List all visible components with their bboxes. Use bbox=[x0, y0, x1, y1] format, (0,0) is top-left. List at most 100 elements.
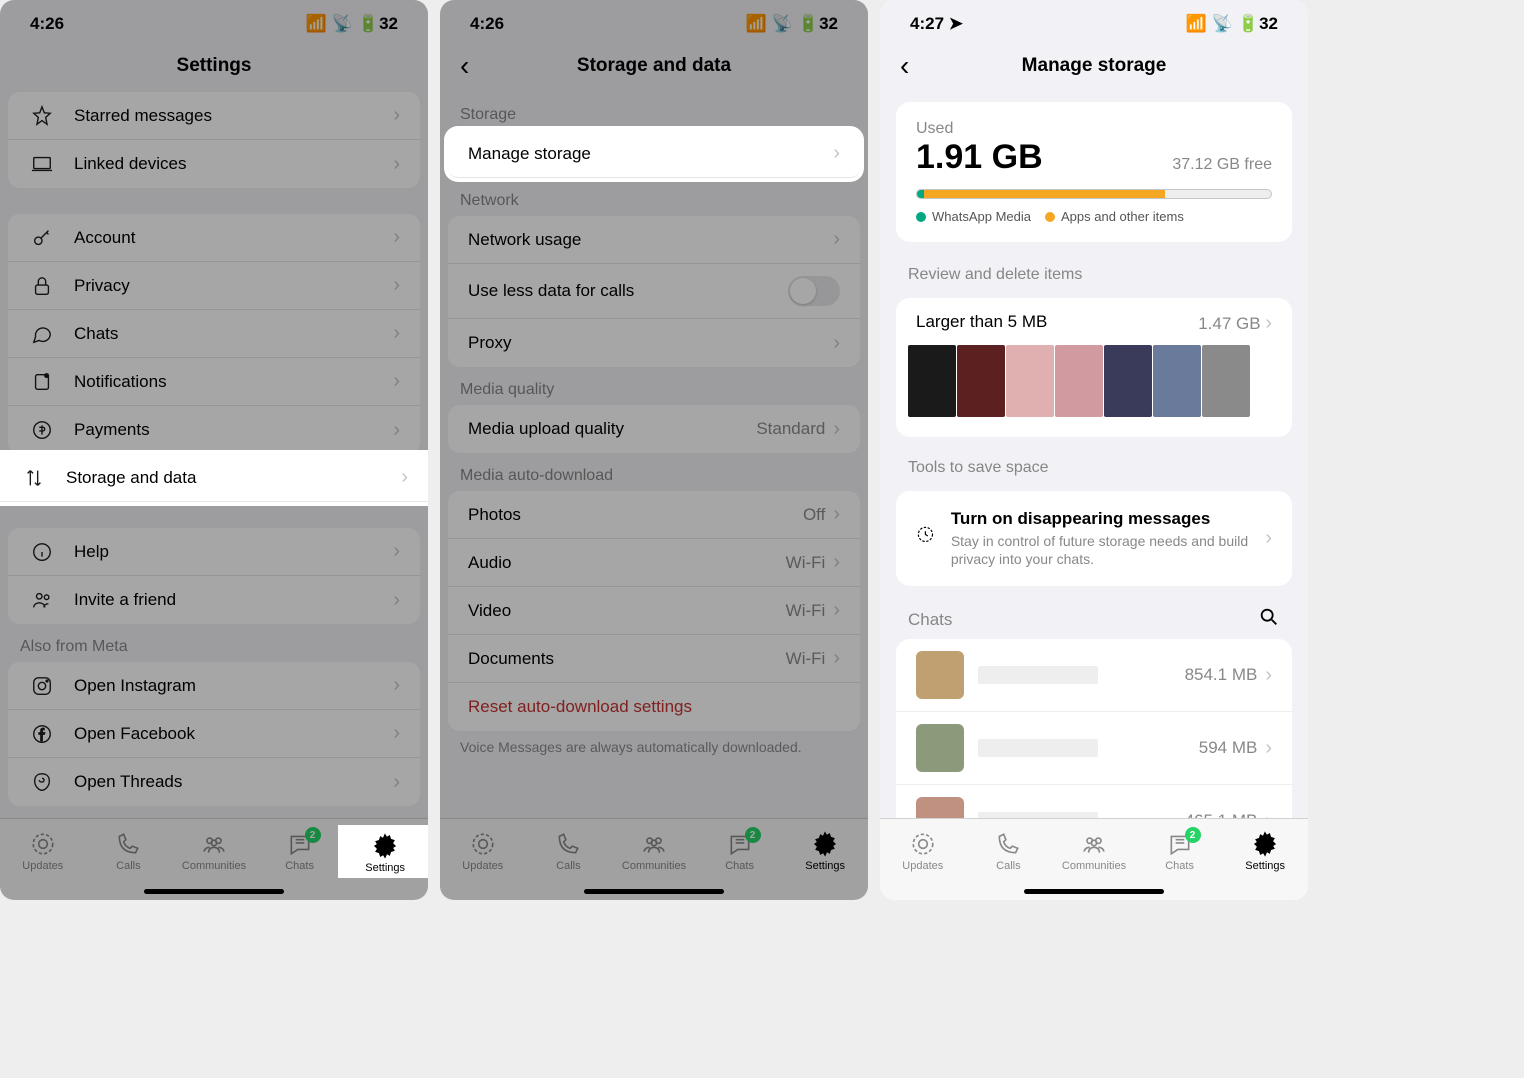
account-row[interactable]: Account› bbox=[8, 214, 420, 262]
updown-arrows-icon bbox=[20, 467, 48, 489]
larger-than-size: 1.47 GB bbox=[1198, 314, 1260, 333]
settings-screen: 4:26 📶 📡 🔋32 Settings Starred messages ›… bbox=[0, 0, 428, 900]
open-instagram-row[interactable]: Open Instagram› bbox=[8, 662, 420, 710]
back-button[interactable]: ‹ bbox=[900, 50, 909, 82]
storage-and-data-screen: 4:26 📶📡🔋32 ‹ Storage and data Storage Ma… bbox=[440, 0, 868, 900]
tab-updates[interactable]: Updates bbox=[0, 831, 86, 872]
chevron-right-icon: › bbox=[833, 142, 840, 165]
help-row[interactable]: Help› bbox=[8, 528, 420, 576]
chevron-right-icon: › bbox=[393, 104, 400, 127]
phone-icon bbox=[995, 831, 1021, 857]
tool-title: Turn on disappearing messages bbox=[951, 509, 1250, 529]
notifications-row[interactable]: Notifications› bbox=[8, 358, 420, 406]
avatar bbox=[916, 651, 964, 699]
legend-dot-orange bbox=[1045, 212, 1055, 222]
nav-header: Settings bbox=[0, 40, 428, 92]
chat-storage-row[interactable]: 465.1 MB › bbox=[896, 785, 1292, 818]
tool-desc: Stay in control of future storage needs … bbox=[951, 532, 1250, 568]
tab-settings[interactable]: Settings bbox=[1222, 831, 1308, 872]
tab-bar: Updates Calls Communities 2Chats Setting… bbox=[440, 818, 868, 900]
open-facebook-row[interactable]: Open Facebook› bbox=[8, 710, 420, 758]
tab-updates[interactable]: Updates bbox=[880, 831, 966, 872]
linked-devices-row[interactable]: Linked devices › bbox=[8, 140, 420, 188]
key-icon bbox=[28, 227, 56, 249]
media-quality-section-header: Media quality bbox=[440, 367, 868, 405]
tools-section-header: Tools to save space bbox=[880, 445, 1308, 483]
chats-row[interactable]: Chats› bbox=[8, 310, 420, 358]
photos-row[interactable]: PhotosOff› bbox=[448, 491, 860, 539]
battery-icon: 🔋32 bbox=[798, 14, 838, 34]
gear-icon bbox=[1252, 831, 1278, 857]
tab-calls[interactable]: Calls bbox=[966, 831, 1052, 872]
home-indicator bbox=[584, 889, 724, 894]
media-thumbnails bbox=[896, 345, 1292, 437]
laptop-icon bbox=[28, 153, 56, 175]
chat-storage-row[interactable]: 594 MB › bbox=[896, 712, 1292, 785]
used-value: 1.91 GB bbox=[916, 138, 1043, 177]
tab-chats[interactable]: 2Chats bbox=[257, 831, 343, 872]
wifi-icon: 📡 bbox=[1212, 14, 1233, 34]
tab-communities[interactable]: Communities bbox=[1051, 831, 1137, 872]
gear-icon bbox=[372, 833, 398, 859]
signal-icon: 📶 bbox=[746, 14, 767, 34]
chats-icon: 2 bbox=[727, 831, 753, 857]
tab-bar: Updates Calls Communities 2Chats Setting… bbox=[880, 818, 1308, 900]
reset-auto-download-row[interactable]: Reset auto-download settings bbox=[448, 683, 860, 731]
tab-chats[interactable]: 2Chats bbox=[1137, 831, 1223, 872]
tab-updates[interactable]: Updates bbox=[440, 831, 526, 872]
used-label: Used bbox=[916, 120, 953, 137]
tab-communities[interactable]: Communities bbox=[171, 831, 257, 872]
chats-section-header: Chats bbox=[880, 594, 1308, 639]
legend-dot-green bbox=[916, 212, 926, 222]
chat-storage-row[interactable]: 854.1 MB › bbox=[896, 639, 1292, 712]
storage-bar bbox=[916, 189, 1272, 199]
notification-icon bbox=[28, 371, 56, 393]
storage-section-header: Storage bbox=[440, 92, 868, 130]
free-value: 37.12 GB free bbox=[1172, 156, 1272, 174]
audio-row[interactable]: AudioWi-Fi› bbox=[448, 539, 860, 587]
documents-row[interactable]: DocumentsWi-Fi› bbox=[448, 635, 860, 683]
use-less-data-row[interactable]: Use less data for calls bbox=[448, 264, 860, 319]
storage-and-data-row[interactable]: Storage and data› bbox=[0, 454, 428, 502]
threads-icon bbox=[28, 771, 56, 793]
media-upload-quality-row[interactable]: Media upload qualityStandard› bbox=[448, 405, 860, 453]
tab-calls[interactable]: Calls bbox=[86, 831, 172, 872]
proxy-row[interactable]: Proxy› bbox=[448, 319, 860, 367]
tab-settings[interactable]: Settings bbox=[342, 829, 428, 874]
open-threads-row[interactable]: Open Threads› bbox=[8, 758, 420, 806]
nav-header: ‹ Storage and data bbox=[440, 40, 868, 92]
manage-storage-row[interactable]: Manage storage› bbox=[448, 130, 860, 178]
invite-friend-row[interactable]: Invite a friend› bbox=[8, 576, 420, 624]
storage-summary-card: Used 1.91 GB 37.12 GB free WhatsApp Medi… bbox=[896, 102, 1292, 242]
tab-settings[interactable]: Settings bbox=[782, 831, 868, 872]
page-title: Settings bbox=[177, 55, 252, 77]
signal-icon: 📶 bbox=[1186, 14, 1207, 34]
battery-icon: 🔋32 bbox=[1238, 14, 1278, 34]
tab-bar: Updates Calls Communities 2Chats Setting… bbox=[0, 818, 428, 900]
tab-calls[interactable]: Calls bbox=[526, 831, 612, 872]
disappearing-messages-card[interactable]: Turn on disappearing messages Stay in co… bbox=[896, 491, 1292, 586]
status-bar: 4:27 ➤ 📶📡🔋32 bbox=[880, 0, 1308, 40]
back-button[interactable]: ‹ bbox=[460, 50, 469, 82]
chats-icon: 2 bbox=[1167, 831, 1193, 857]
communities-icon bbox=[1081, 831, 1107, 857]
status-bar: 4:26 📶📡🔋32 bbox=[440, 0, 868, 40]
updates-icon bbox=[30, 831, 56, 857]
tab-chats[interactable]: 2Chats bbox=[697, 831, 783, 872]
network-usage-row[interactable]: Network usage› bbox=[448, 216, 860, 264]
updates-icon bbox=[910, 831, 936, 857]
starred-messages-row[interactable]: Starred messages › bbox=[8, 92, 420, 140]
payments-row[interactable]: Payments› bbox=[8, 406, 420, 454]
privacy-row[interactable]: Privacy› bbox=[8, 262, 420, 310]
status-bar: 4:26 📶 📡 🔋32 bbox=[0, 0, 428, 40]
larger-than-5mb-card[interactable]: Larger than 5 MB 1.47 GB › bbox=[896, 298, 1292, 437]
chevron-right-icon: › bbox=[1265, 810, 1272, 818]
chevron-right-icon: › bbox=[1265, 312, 1272, 334]
video-row[interactable]: VideoWi-Fi› bbox=[448, 587, 860, 635]
toggle-switch[interactable] bbox=[788, 276, 840, 306]
chevron-right-icon: › bbox=[1265, 664, 1272, 687]
search-icon[interactable] bbox=[1258, 606, 1280, 633]
chat-size: 594 MB bbox=[1199, 738, 1258, 758]
tab-communities[interactable]: Communities bbox=[611, 831, 697, 872]
review-section-header: Review and delete items bbox=[880, 252, 1308, 290]
